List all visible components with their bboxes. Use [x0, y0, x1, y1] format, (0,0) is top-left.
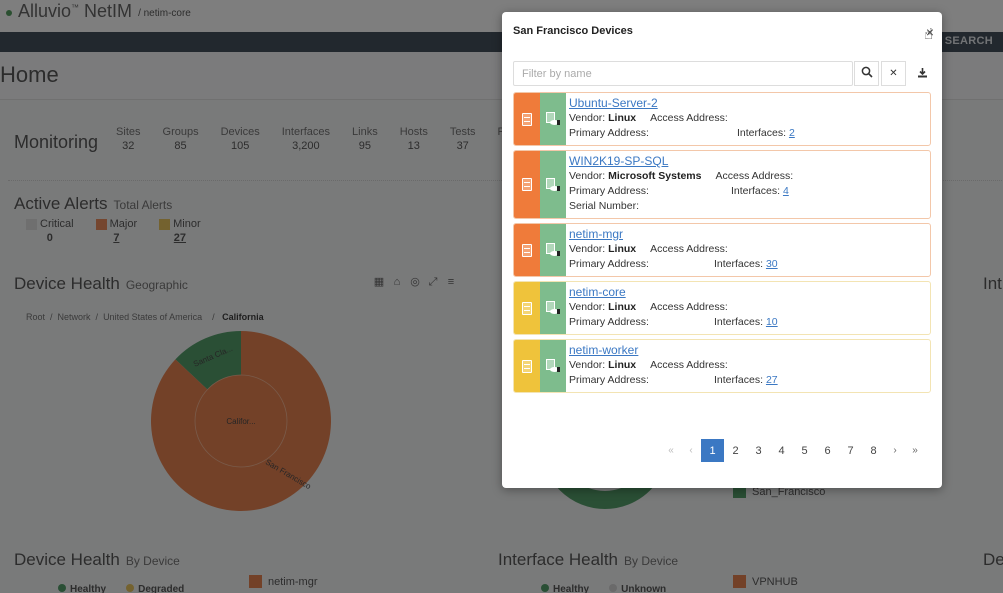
device-vendor: Linux — [608, 243, 637, 255]
server-disk-icon — [546, 359, 560, 373]
alert-status-strip — [514, 151, 540, 218]
pagination: « ‹ 1 2 3 4 5 6 7 8 › » — [661, 439, 925, 462]
device-card: netim-worker Vendor: Linux Access Address… — [513, 339, 931, 393]
hand-cursor-icon: ☝ — [924, 26, 934, 43]
interfaces-count-link[interactable]: 27 — [766, 374, 778, 386]
server-icon — [522, 112, 532, 126]
device-vendor: Microsoft Systems — [608, 170, 702, 182]
interfaces-count-link[interactable]: 4 — [783, 185, 789, 197]
server-icon — [522, 178, 532, 191]
server-icon — [522, 243, 532, 257]
device-name-link[interactable]: Ubuntu-Server-2 — [569, 96, 927, 111]
filter-by-name-input[interactable] — [513, 61, 853, 86]
page-6-button[interactable]: 6 — [816, 439, 839, 462]
alert-status-strip — [514, 224, 540, 276]
device-list: Ubuntu-Server-2 Vendor: Linux Access Addr… — [513, 92, 931, 397]
server-disk-icon — [546, 243, 560, 257]
download-button[interactable] — [910, 61, 935, 86]
modal-title: San Francisco Devices — [513, 25, 633, 37]
device-name-link[interactable]: netim-worker — [569, 343, 927, 358]
device-vendor: Linux — [608, 301, 637, 313]
next-page-button[interactable]: › — [885, 439, 905, 462]
san-francisco-devices-modal: San Francisco Devices × ✕ Ubuntu-Server-… — [502, 12, 942, 488]
page-7-button[interactable]: 7 — [839, 439, 862, 462]
page-1-button[interactable]: 1 — [701, 439, 724, 462]
device-name-link[interactable]: netim-mgr — [569, 227, 927, 242]
device-vendor: Linux — [608, 359, 637, 371]
health-status-strip — [540, 340, 566, 392]
server-icon — [522, 359, 532, 373]
device-name-link[interactable]: WIN2K19-SP-SQL — [569, 154, 927, 169]
alert-status-strip — [514, 282, 540, 334]
page-4-button[interactable]: 4 — [770, 439, 793, 462]
first-page-button[interactable]: « — [661, 439, 681, 462]
health-status-strip — [540, 151, 566, 218]
health-status-strip — [540, 282, 566, 334]
page-3-button[interactable]: 3 — [747, 439, 770, 462]
download-icon — [917, 67, 928, 81]
health-status-strip — [540, 224, 566, 276]
server-disk-icon — [546, 301, 560, 315]
health-status-strip — [540, 93, 566, 145]
serial-number-label: Serial Number: — [569, 200, 640, 212]
page-8-button[interactable]: 8 — [862, 439, 885, 462]
clear-filter-button[interactable]: ✕ — [881, 61, 906, 86]
device-vendor: Linux — [608, 112, 637, 124]
server-disk-icon — [546, 112, 560, 126]
device-card: WIN2K19-SP-SQL Vendor: Microsoft Systems… — [513, 150, 931, 219]
search-icon — [861, 66, 873, 81]
device-card: Ubuntu-Server-2 Vendor: Linux Access Addr… — [513, 92, 931, 146]
page-5-button[interactable]: 5 — [793, 439, 816, 462]
interfaces-count-link[interactable]: 2 — [789, 127, 795, 139]
interfaces-count-link[interactable]: 10 — [766, 316, 778, 328]
server-disk-icon — [546, 177, 560, 192]
interfaces-count-link[interactable]: 30 — [766, 258, 778, 270]
device-card: netim-core Vendor: Linux Access Address: … — [513, 281, 931, 335]
last-page-button[interactable]: » — [905, 439, 925, 462]
prev-page-button[interactable]: ‹ — [681, 439, 701, 462]
device-card: netim-mgr Vendor: Linux Access Address: P… — [513, 223, 931, 277]
close-icon: ✕ — [889, 68, 898, 79]
alert-status-strip — [514, 340, 540, 392]
device-name-link[interactable]: netim-core — [569, 285, 927, 300]
server-icon — [522, 301, 532, 315]
search-button[interactable] — [854, 61, 879, 86]
page-2-button[interactable]: 2 — [724, 439, 747, 462]
alert-status-strip — [514, 93, 540, 145]
